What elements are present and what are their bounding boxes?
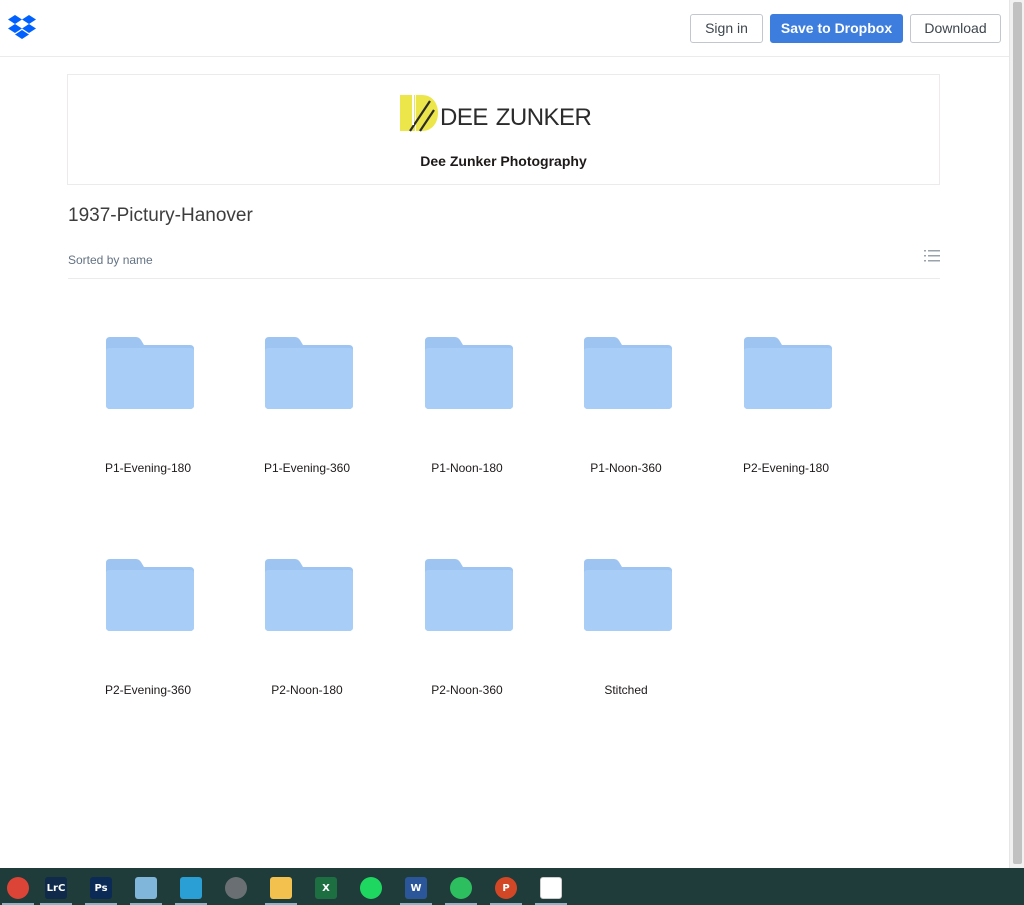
brand-word-zunker: Zunker xyxy=(495,104,592,131)
word-icon[interactable]: W xyxy=(398,871,434,905)
notepad-icon[interactable] xyxy=(128,871,164,905)
folder-name: Stitched xyxy=(604,683,648,697)
windows-taskbar: LrC Ps X W P xyxy=(0,868,1024,905)
folder-name: P2-Evening-360 xyxy=(104,683,192,697)
folder-name: P1-Noon-360 xyxy=(590,461,662,475)
folder-icon xyxy=(265,337,353,409)
brand-name: Dee Zunker Photography xyxy=(420,153,587,169)
folder-tile[interactable]: P1-Noon-360 xyxy=(546,337,706,517)
chrome-icon-glyph xyxy=(7,877,29,899)
brand-banner: Dee Zunker Dee Zunker Photography xyxy=(67,74,940,185)
spotify-icon[interactable] xyxy=(353,871,389,905)
magnifier-app-icon-glyph xyxy=(180,877,202,899)
sort-label[interactable]: Sorted by name xyxy=(68,253,153,267)
folder-icon xyxy=(265,559,353,631)
notepad-icon-glyph xyxy=(135,877,157,899)
folder-tile[interactable]: P2-Noon-180 xyxy=(227,559,387,739)
vertical-scrollbar[interactable] xyxy=(1009,0,1024,868)
folder-tile[interactable]: P1-Evening-360 xyxy=(227,337,387,517)
dropbox-taskbar-icon[interactable] xyxy=(533,871,569,905)
brand-logo: Dee Zunker xyxy=(400,95,612,133)
folder-name: P2-Evening-180 xyxy=(742,461,830,475)
folder-name: P1-Evening-360 xyxy=(263,461,351,475)
sign-in-button[interactable]: Sign in xyxy=(690,14,763,43)
powerpoint-icon-glyph: P xyxy=(495,877,517,899)
save-to-dropbox-button[interactable]: Save to Dropbox xyxy=(770,14,903,43)
folder-name: P2-Noon-360 xyxy=(431,683,503,697)
brand-wordmark: Dee Zunker xyxy=(440,99,592,133)
lightroom-icon-glyph: LrC xyxy=(45,877,67,899)
folder-tile[interactable]: P1-Evening-180 xyxy=(68,337,228,517)
excel-icon-glyph: X xyxy=(315,877,337,899)
folder-icon xyxy=(106,559,194,631)
download-button[interactable]: Download xyxy=(910,14,1001,43)
evernote-icon-glyph xyxy=(450,877,472,899)
chrome-icon[interactable] xyxy=(0,871,36,905)
evernote-icon[interactable] xyxy=(443,871,479,905)
folder-name: P1-Evening-180 xyxy=(104,461,192,475)
photoshop-icon-glyph: Ps xyxy=(90,877,112,899)
list-view-icon[interactable] xyxy=(924,249,940,263)
folder-icon xyxy=(584,337,672,409)
folder-tile[interactable]: Stitched xyxy=(546,559,706,739)
lightroom-icon[interactable]: LrC xyxy=(38,871,74,905)
folder-icon xyxy=(106,337,194,409)
folder-icon xyxy=(425,337,513,409)
photoshop-icon[interactable]: Ps xyxy=(83,871,119,905)
top-bar: Sign in Save to Dropbox Download xyxy=(0,0,1009,57)
dropbox-icon[interactable] xyxy=(8,14,36,40)
folder-tile[interactable]: P2-Noon-360 xyxy=(387,559,547,739)
file-explorer-icon[interactable] xyxy=(263,871,299,905)
folder-tile[interactable]: P1-Noon-180 xyxy=(387,337,547,517)
header-divider xyxy=(68,278,940,279)
powerpoint-icon[interactable]: P xyxy=(488,871,524,905)
scrollbar-thumb[interactable] xyxy=(1013,2,1022,864)
globe-app-icon-glyph xyxy=(225,877,247,899)
word-icon-glyph: W xyxy=(405,877,427,899)
dropbox-taskbar-icon-glyph xyxy=(540,877,562,899)
spotify-icon-glyph xyxy=(360,877,382,899)
folder-name: P2-Noon-180 xyxy=(271,683,343,697)
folder-title: 1937-Pictury-Hanover xyxy=(68,205,253,226)
folder-icon xyxy=(425,559,513,631)
folder-name: P1-Noon-180 xyxy=(431,461,503,475)
excel-icon[interactable]: X xyxy=(308,871,344,905)
folder-tile[interactable]: P2-Evening-180 xyxy=(706,337,866,517)
globe-app-icon[interactable] xyxy=(218,871,254,905)
brand-mark-icon xyxy=(400,95,438,132)
folder-tile[interactable]: P2-Evening-360 xyxy=(68,559,228,739)
folder-icon xyxy=(744,337,832,409)
brand-word-dee: Dee xyxy=(440,104,488,131)
magnifier-app-icon[interactable] xyxy=(173,871,209,905)
file-explorer-icon-glyph xyxy=(270,877,292,899)
folder-icon xyxy=(584,559,672,631)
